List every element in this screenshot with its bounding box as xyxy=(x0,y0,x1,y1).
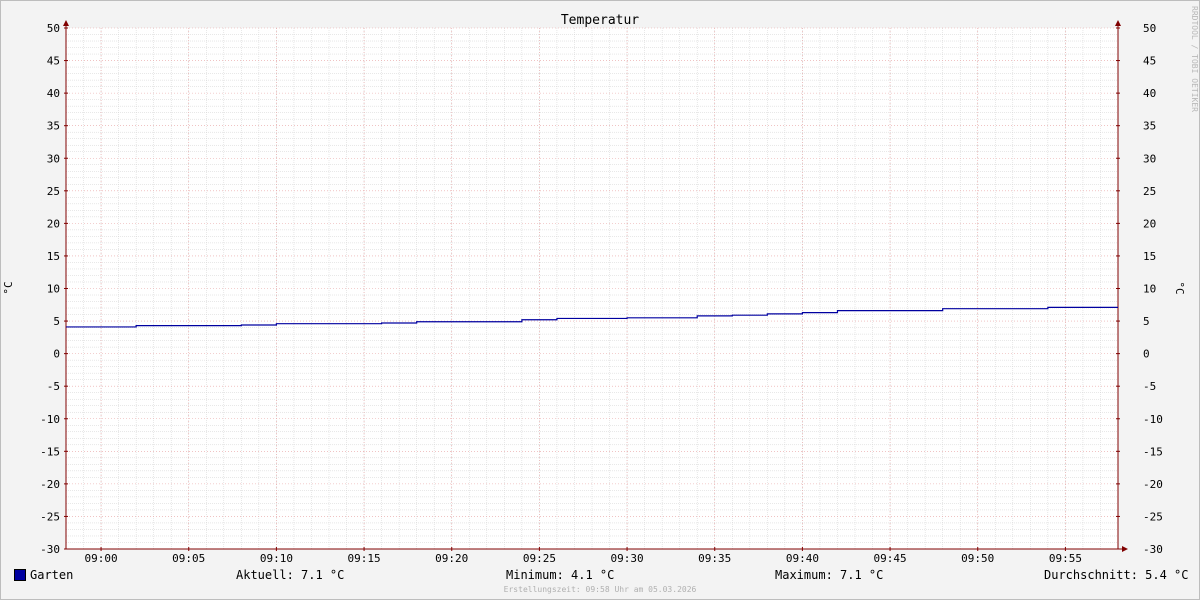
legend-swatch-garten xyxy=(14,569,26,581)
y-tick-label-right: -10 xyxy=(1143,413,1163,426)
legend-series-label: Garten xyxy=(30,568,74,582)
x-tick-label: 09:10 xyxy=(260,552,293,565)
y-tick-label-left: 25 xyxy=(47,185,60,198)
x-tick-label: 09:05 xyxy=(172,552,205,565)
y-tick-label-left: 15 xyxy=(47,250,60,263)
y-tick-label-right: -5 xyxy=(1143,380,1156,393)
y-tick-label-right: -25 xyxy=(1143,510,1163,523)
y-tick-label-left: 50 xyxy=(47,22,60,35)
y-tick-label-right: 5 xyxy=(1143,315,1150,328)
chart-title: Temperatur xyxy=(561,13,639,28)
y-tick-label-right: 10 xyxy=(1143,283,1156,296)
y-tick-label-left: 20 xyxy=(47,217,60,230)
y-tick-label-left: 0 xyxy=(53,348,60,361)
y-tick-label-left: 35 xyxy=(47,120,60,133)
y-tick-label-right: -15 xyxy=(1143,445,1163,458)
y-tick-label-left: 40 xyxy=(47,87,60,100)
y-tick-label-left: -5 xyxy=(47,380,60,393)
y-tick-label-right: 30 xyxy=(1143,152,1156,165)
y-tick-label-left: -30 xyxy=(40,543,60,556)
y-axis-arrow-left xyxy=(63,20,69,26)
y-tick-label-right: 0 xyxy=(1143,348,1150,361)
y-tick-label-right: 20 xyxy=(1143,217,1156,230)
x-tick-label: 09:40 xyxy=(786,552,819,565)
x-tick-label: 09:20 xyxy=(435,552,468,565)
y-tick-label-right: -30 xyxy=(1143,543,1163,556)
x-tick-label: 09:45 xyxy=(874,552,907,565)
y-tick-label-left: 30 xyxy=(47,152,60,165)
legend-minimum: Minimum: 4.1 °C xyxy=(506,568,615,582)
legend-aktuell: Aktuell: 7.1 °C xyxy=(236,568,345,582)
x-tick-label: 09:15 xyxy=(348,552,381,565)
y-tick-label-left: -15 xyxy=(40,445,60,458)
x-tick-label: 09:55 xyxy=(1049,552,1082,565)
x-tick-label: 09:00 xyxy=(85,552,118,565)
y-tick-label-right: -20 xyxy=(1143,478,1163,491)
y-axis-arrow-right xyxy=(1115,20,1121,26)
y-tick-label-right: 15 xyxy=(1143,250,1156,263)
y-tick-label-left: -25 xyxy=(40,510,60,523)
y-tick-label-left: 5 xyxy=(53,315,60,328)
creation-time-footer: Erstellungszeit: 09:58 Uhr am 05.03.2026 xyxy=(503,585,697,594)
y-tick-label-right: 25 xyxy=(1143,185,1156,198)
y-tick-label-left: -10 xyxy=(40,413,60,426)
rrdtool-watermark: RRDTOOL / TOBI OETIKER xyxy=(1190,6,1199,112)
y-axis-label-left: °C xyxy=(2,281,15,294)
y-tick-label-right: 50 xyxy=(1143,22,1156,35)
x-axis-arrow xyxy=(1122,546,1128,552)
x-tick-label: 09:30 xyxy=(611,552,644,565)
temperature-chart: 50 5045 4540 4035 3530 3025 2520 2015 1510 105 50 0… xyxy=(2,13,1186,565)
y-tick-label-left: 10 xyxy=(47,283,60,296)
y-tick-label-right: 45 xyxy=(1143,55,1156,68)
y-tick-label-right: 35 xyxy=(1143,120,1156,133)
legend-durchschnitt: Durchschnitt: 5.4 °C xyxy=(1044,568,1189,582)
y-tick-label-left: -20 xyxy=(40,478,60,491)
y-tick-label-right: 40 xyxy=(1143,87,1156,100)
y-tick-label-left: 45 xyxy=(47,55,60,68)
x-tick-label: 09:35 xyxy=(698,552,731,565)
y-axis-label-right: °C xyxy=(1173,281,1186,294)
x-tick-label: 09:50 xyxy=(961,552,994,565)
legend-maximum: Maximum: 7.1 °C xyxy=(775,568,884,582)
x-tick-label: 09:25 xyxy=(523,552,556,565)
